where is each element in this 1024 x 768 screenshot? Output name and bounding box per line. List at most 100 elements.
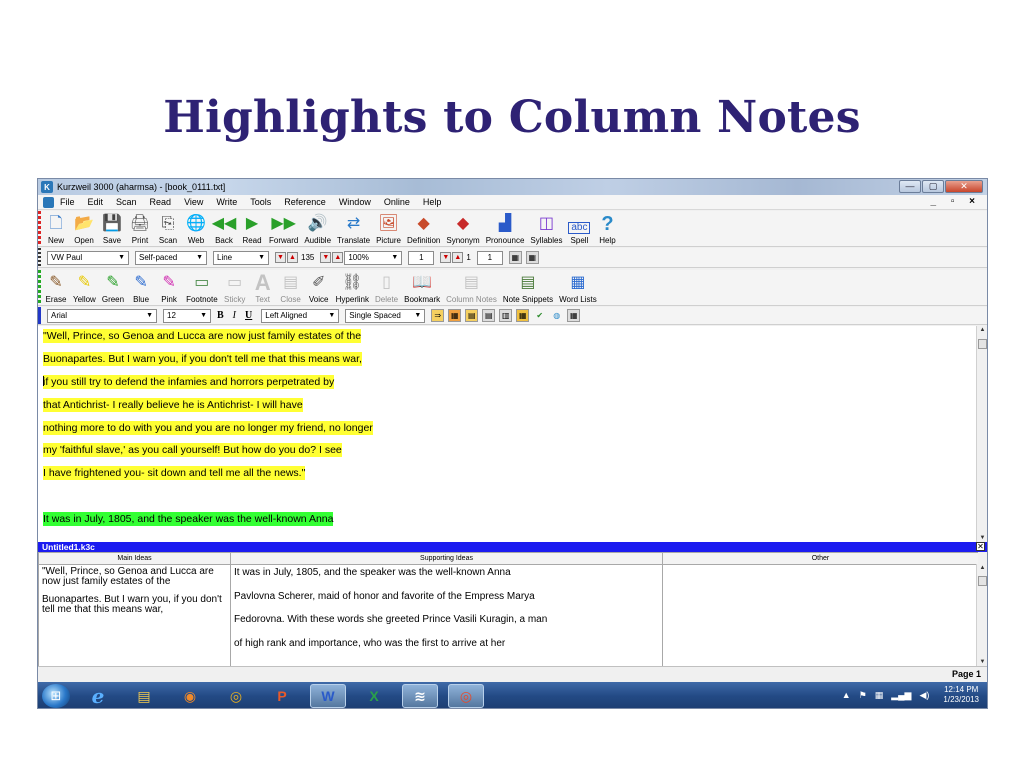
taskbar-app-button[interactable]: P	[264, 684, 300, 708]
minimize-button[interactable]: —	[899, 180, 921, 193]
menu-edit[interactable]: Edit	[88, 197, 104, 207]
speed-up-button[interactable]: ▲	[287, 252, 298, 263]
layout-icon[interactable]: ▦	[508, 251, 522, 264]
column-header-main-ideas[interactable]: Main Ideas	[38, 552, 231, 565]
picture-button[interactable]: 🖼 Picture	[376, 212, 401, 246]
notes-scrollbar[interactable]: ▲ ▼	[976, 564, 987, 666]
menu-reference[interactable]: Reference	[284, 197, 326, 207]
volume-down-button[interactable]: ▼	[320, 252, 332, 263]
back-button[interactable]: ◀◀ Back	[212, 212, 237, 246]
forward-button[interactable]: ▶▶ Forward	[269, 212, 298, 246]
voice-select[interactable]: VW Paul ▼	[47, 250, 129, 265]
bold-button[interactable]: B	[217, 310, 224, 321]
scroll-up-icon[interactable]: ▲	[977, 565, 987, 571]
scan-button[interactable]: ⎘ Scan	[157, 212, 179, 246]
menu-read[interactable]: Read	[150, 197, 172, 207]
clock[interactable]: 12:14 PM 1/23/2013	[943, 685, 979, 705]
voice-button[interactable]: ✐ Voice	[308, 271, 330, 305]
underline-button[interactable]: U	[245, 310, 252, 321]
synonym-button[interactable]: ◆ Synonym	[446, 212, 479, 246]
delete-button[interactable]: ▯ Delete	[375, 271, 398, 305]
speed-down-button[interactable]: ▼	[275, 252, 286, 263]
scroll-thumb[interactable]	[978, 339, 987, 349]
spin-b-up-button[interactable]: ▲	[452, 252, 464, 263]
volume-select[interactable]: 100% ▼	[344, 250, 403, 265]
supporting-ideas-cell[interactable]: It was in July, 1805, and the speaker wa…	[230, 564, 663, 666]
menu-write[interactable]: Write	[216, 197, 237, 207]
open-button[interactable]: 📂 Open	[73, 212, 95, 246]
column-header-supporting-ideas[interactable]: Supporting Ideas	[230, 552, 663, 565]
columns-icon[interactable]: ▥	[499, 309, 513, 322]
menu-window[interactable]: Window	[339, 197, 371, 207]
word-lists-button[interactable]: ▦ Word Lists	[559, 271, 597, 305]
pronounce-button[interactable]: ▟ Pronounce	[486, 212, 525, 246]
close-button[interactable]: ▤ Close	[280, 271, 302, 305]
taskbar-app-button[interactable]: ◎	[448, 684, 484, 708]
menu-view[interactable]: View	[184, 197, 203, 207]
spin-field-c[interactable]: 1	[476, 250, 503, 265]
document-icon[interactable]	[43, 196, 54, 208]
toolbar-grip[interactable]	[38, 248, 41, 267]
menu-scan[interactable]: Scan	[116, 197, 137, 207]
bookmark-button[interactable]: 📖 Bookmark	[404, 271, 440, 305]
taskbar-app-button[interactable]: W	[310, 684, 346, 708]
print-button[interactable]: 🖨 Print	[129, 212, 151, 246]
spell-button[interactable]: abc Spell	[568, 212, 591, 246]
font-size-select[interactable]: 12 ▼	[163, 308, 211, 323]
scroll-down-icon[interactable]: ▼	[977, 659, 987, 665]
blue-button[interactable]: ✎ Blue	[130, 271, 152, 305]
menu-help[interactable]: Help	[423, 197, 442, 207]
spin-field-a[interactable]: 1	[408, 250, 435, 265]
taskbar-app-button[interactable]: X	[356, 684, 392, 708]
help-button[interactable]: ? Help	[596, 212, 618, 246]
start-button[interactable]: ⊞	[42, 684, 70, 708]
web-button[interactable]: 🌐 Web	[185, 212, 207, 246]
grid-icon[interactable]: ▦	[525, 251, 539, 264]
column-header-other[interactable]: Other	[662, 552, 978, 565]
read-button[interactable]: ▶ Read	[241, 212, 263, 246]
notes-icon[interactable]: ▤	[465, 309, 479, 322]
toolbar-grip[interactable]	[38, 307, 41, 324]
main-ideas-cell[interactable]: "Well, Prince, so Genoa and Lucca are no…	[38, 564, 231, 666]
menu-tools[interactable]: Tools	[250, 197, 271, 207]
taskbar-app-button[interactable]: e	[80, 684, 116, 708]
syllables-button[interactable]: ◫ Syllables	[530, 212, 562, 246]
other-cell[interactable]	[662, 564, 978, 666]
spell-check-icon[interactable]: ✔	[533, 309, 546, 322]
action-center-flag-icon[interactable]: ⚑	[859, 690, 867, 701]
outline-icon[interactable]: ▦	[448, 309, 462, 322]
highlight-extract-icon[interactable]: ⇒	[431, 309, 445, 322]
document-scrollbar[interactable]: ▲ ▼	[976, 326, 987, 542]
scroll-down-icon[interactable]: ▼	[977, 535, 987, 541]
signal-bars-icon[interactable]: ▂▄▆	[891, 690, 911, 701]
sticky-button[interactable]: ▭ Sticky	[224, 271, 246, 305]
column-notes-button[interactable]: ▤ Column Notes	[446, 271, 497, 305]
yellow-button[interactable]: ✎ Yellow	[73, 271, 96, 305]
font-select[interactable]: Arial ▼	[47, 308, 157, 323]
translate-button[interactable]: ⇄ Translate	[337, 212, 370, 246]
network-icon[interactable]: ▦	[875, 690, 884, 701]
scroll-up-icon[interactable]: ▲	[977, 327, 987, 333]
new-button[interactable]: 🗋 New	[45, 212, 67, 246]
text-button[interactable]: A Text	[252, 271, 274, 305]
taskbar-app-button[interactable]: ◉	[172, 684, 208, 708]
erase-button[interactable]: ✎ Erase	[45, 271, 67, 305]
audible-button[interactable]: 🔊 Audible	[304, 212, 331, 246]
document-window-controls[interactable]: _ ▫ ×	[930, 196, 981, 207]
alignment-select[interactable]: Left Aligned ▼	[261, 308, 340, 323]
menu-file[interactable]: File	[60, 197, 75, 207]
spin-b-down-button[interactable]: ▼	[440, 252, 452, 263]
taskbar-app-button[interactable]: ◎	[218, 684, 254, 708]
menu-online[interactable]: Online	[384, 197, 410, 207]
volume-icon[interactable]: ◀)	[919, 690, 929, 701]
close-notes-button[interactable]: ✕	[976, 542, 985, 551]
line-spacing-select[interactable]: Single Spaced ▼	[345, 308, 426, 323]
close-button[interactable]: ✕	[945, 180, 983, 193]
italic-button[interactable]: I	[233, 310, 236, 321]
volume-up-button[interactable]: ▲	[332, 252, 344, 263]
green-button[interactable]: ✎ Green	[102, 271, 124, 305]
list-icon[interactable]: ▤	[482, 309, 496, 322]
word-list-icon[interactable]: ▦	[567, 309, 581, 322]
reading-unit-select[interactable]: Line ▼	[213, 250, 269, 265]
maximize-button[interactable]: ▢	[922, 180, 944, 193]
